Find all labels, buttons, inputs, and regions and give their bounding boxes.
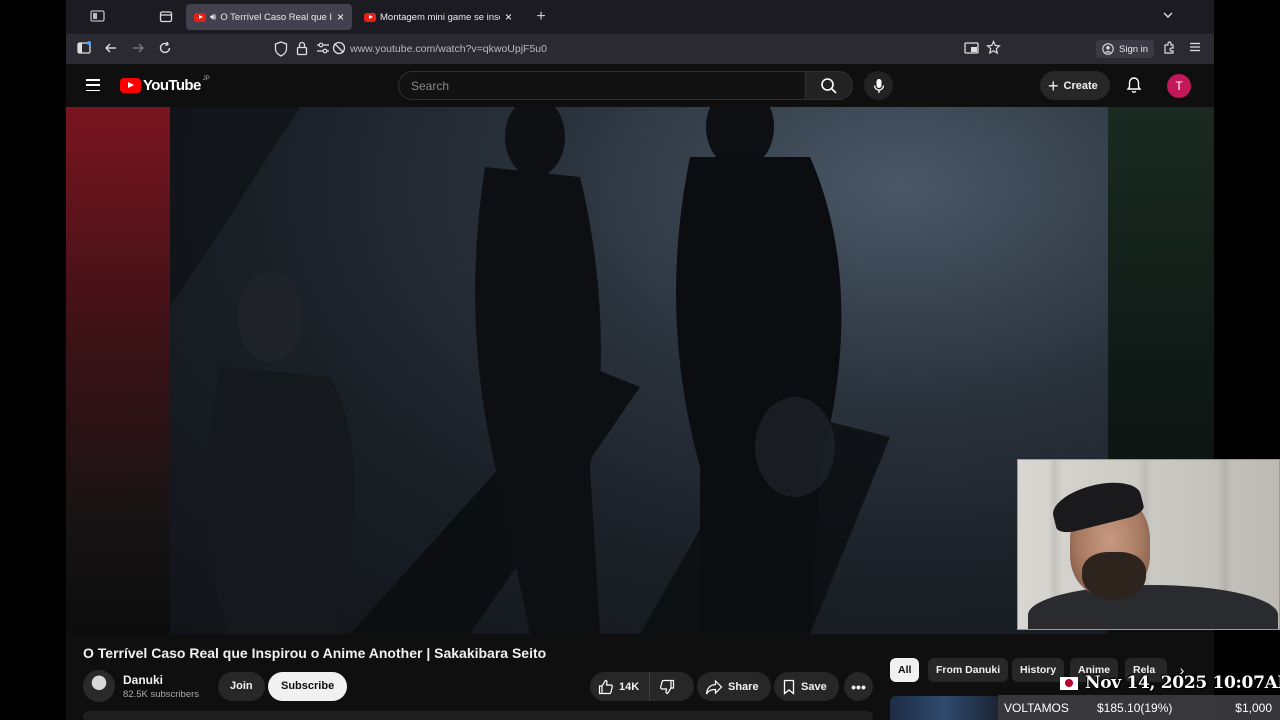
video-scene-image	[170, 107, 890, 634]
permissions-icon[interactable]	[316, 41, 330, 60]
shield-icon[interactable]	[274, 41, 288, 62]
sign-in-button[interactable]: Sign in	[1096, 40, 1155, 58]
guide-menu-icon[interactable]	[86, 79, 100, 92]
streamer-body	[1028, 585, 1278, 629]
ticker-label: VOLTAMOS	[1004, 700, 1069, 715]
video-title: O Terrível Caso Real que Inspirou o Anim…	[83, 645, 547, 661]
recommended-video-thumbnail[interactable]	[890, 696, 1000, 720]
youtube-favicon-icon	[194, 12, 206, 22]
create-button[interactable]: + Create	[1040, 71, 1110, 100]
region-code: JP	[202, 75, 210, 82]
bookmark-star-icon[interactable]	[986, 40, 1001, 60]
create-label: Create	[1063, 79, 1098, 92]
new-tab-icon[interactable]: +	[533, 9, 549, 25]
description-box[interactable]	[83, 711, 873, 720]
forward-icon[interactable]	[131, 41, 145, 59]
tab-active[interactable]: 🔊︎ O Terrível Caso Real que Ins ×	[186, 4, 352, 30]
like-dislike-group: 14K	[590, 672, 694, 701]
dislike-button[interactable]	[650, 672, 680, 701]
url-text: www.youtube.com/watch?v=qkwoUpjF5u0	[350, 43, 547, 55]
back-icon[interactable]	[104, 41, 118, 59]
more-horizontal-icon: •••	[851, 678, 866, 695]
autoplay-blocked-icon[interactable]	[332, 41, 346, 60]
youtube-play-icon	[120, 78, 141, 93]
subscribe-button[interactable]: Subscribe	[268, 672, 348, 701]
date-time-overlay: Nov 14, 2025 10:07AM	[1060, 672, 1280, 694]
youtube-favicon-icon	[364, 12, 376, 22]
navigation-bar: www.youtube.com/watch?v=qkwoUpjF5u0 Sign…	[66, 34, 1214, 64]
microphone-icon	[873, 78, 884, 93]
subscriber-count: 82.5K subscribers	[123, 689, 200, 700]
like-count: 14K	[619, 680, 640, 693]
chevron-down-icon[interactable]	[1160, 9, 1176, 25]
share-button[interactable]: Share	[697, 672, 771, 701]
tab-title: O Terrível Caso Real que Ins	[220, 11, 332, 23]
like-button[interactable]: 14K	[590, 672, 651, 701]
save-button[interactable]: Save	[774, 672, 839, 701]
account-avatar[interactable]: T	[1167, 74, 1191, 98]
ambient-glow-left	[66, 107, 170, 634]
thumbs-down-icon	[660, 679, 675, 694]
ticker-goal: $1,000	[1235, 700, 1272, 715]
tab-bar: 🔊︎ O Terrível Caso Real que Ins × Montag…	[66, 0, 1214, 34]
more-actions-button[interactable]: •••	[844, 672, 873, 701]
share-icon	[705, 679, 723, 694]
chip-from-channel[interactable]: From Danuki	[928, 658, 1009, 682]
search-box[interactable]	[398, 71, 806, 100]
close-tab-icon[interactable]: ×	[337, 10, 344, 24]
extensions-icon[interactable]	[1162, 41, 1176, 59]
plus-icon: +	[1048, 75, 1059, 96]
date-time-text: Nov 14, 2025 10:07AM	[1085, 673, 1280, 693]
logo-text: YouTube	[143, 77, 201, 94]
chip-history[interactable]: History	[1012, 658, 1065, 682]
tab-inactive[interactable]: Montagem mini game se inscre ×	[356, 4, 520, 30]
sign-in-label: Sign in	[1119, 43, 1149, 55]
join-button[interactable]: Join	[218, 672, 265, 701]
youtube-header: YouTube JP + Create T	[66, 64, 1214, 107]
tab-title: Montagem mini game se inscre	[380, 11, 500, 23]
voice-search-button[interactable]	[864, 71, 893, 100]
reload-icon[interactable]	[158, 41, 172, 59]
share-label: Share	[728, 680, 759, 693]
channel-avatar[interactable]	[83, 670, 115, 702]
ticker-value: $185.10(19%)	[1097, 700, 1173, 715]
search-input[interactable]	[411, 78, 805, 93]
channel-name[interactable]: Danuki	[123, 673, 163, 687]
close-tab-icon[interactable]: ×	[505, 10, 512, 24]
tab-groups-icon[interactable]	[158, 9, 174, 25]
donation-ticker: VOLTAMOS $185.10(19%) $1,000	[998, 695, 1280, 720]
save-label: Save	[801, 680, 827, 693]
japan-flag-icon	[1060, 676, 1078, 690]
picture-in-picture-icon[interactable]	[964, 41, 979, 60]
search-button[interactable]	[806, 71, 853, 100]
sidebar-icon[interactable]	[77, 41, 91, 59]
video-frame[interactable]	[170, 107, 1108, 634]
speaker-icon[interactable]: 🔊︎	[210, 12, 216, 23]
streamer-beard	[1082, 552, 1146, 600]
lock-icon[interactable]	[296, 41, 308, 61]
sidebar-toggle-icon[interactable]	[90, 9, 106, 25]
bookmark-icon	[783, 679, 795, 695]
webcam-overlay	[1017, 459, 1280, 630]
account-icon	[1102, 43, 1114, 55]
notifications-bell-icon[interactable]	[1126, 76, 1142, 99]
thumbs-up-icon	[598, 679, 613, 694]
address-bar[interactable]: www.youtube.com/watch?v=qkwoUpjF5u0	[272, 37, 1014, 61]
menu-icon[interactable]	[1189, 41, 1201, 57]
youtube-logo[interactable]: YouTube JP	[120, 75, 210, 94]
chip-all[interactable]: All	[890, 658, 920, 682]
search-icon	[821, 77, 837, 94]
